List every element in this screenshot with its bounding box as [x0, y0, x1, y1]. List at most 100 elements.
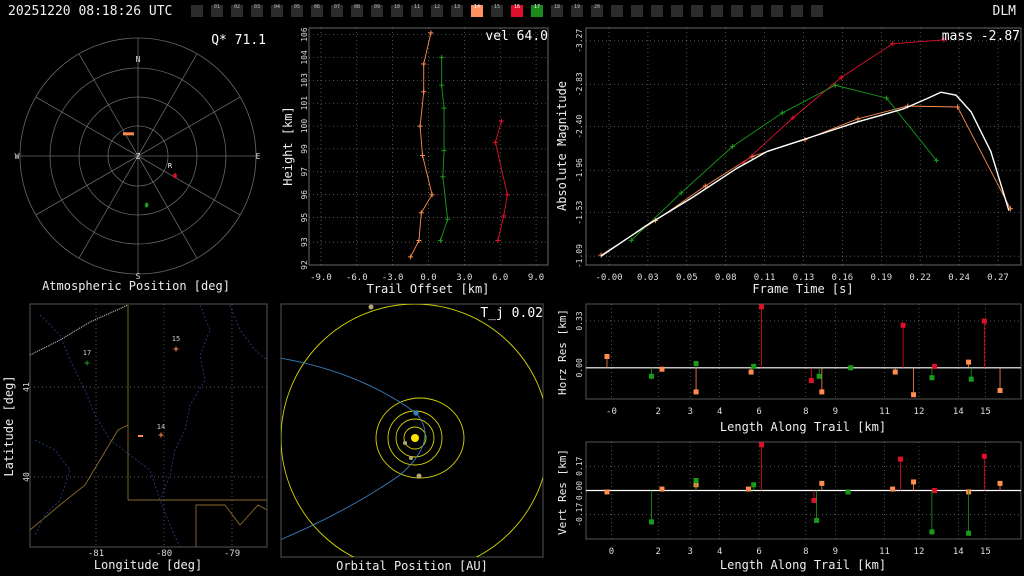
camera-cell: 12 [431, 4, 443, 17]
map-frame [29, 303, 268, 548]
camera-cell-label: 08 [353, 4, 361, 10]
vert-xtick: 2 [655, 547, 660, 557]
mag-xtick: 0.24 [948, 273, 970, 283]
trail-xlabel: Trail Offset [km] [367, 282, 490, 296]
camera-cell [811, 5, 823, 17]
trail-ytick: 97 [300, 167, 309, 177]
vert-xtick: 11 [879, 547, 890, 557]
trail-point-16 [498, 118, 504, 124]
camera-cell-label: 13 [453, 4, 461, 10]
polar-plot: N E S W Z R Q* 71.1 Atmospheric Position… [15, 33, 266, 293]
mag-point-17 [779, 110, 785, 116]
north-label: N [136, 55, 141, 64]
vert-ylabel: Vert Res [km] [556, 449, 569, 535]
trail-ytick: 104 [300, 50, 309, 65]
camera-cell: 11 [411, 4, 423, 17]
camera-cell [711, 5, 723, 17]
station-map: -81 -80 -794140 17 15 14 Longitude [deg] L… [2, 303, 268, 572]
horz-marker-14 [966, 359, 972, 365]
trail-point-17 [441, 105, 447, 111]
trail-point-17 [440, 174, 446, 180]
station-15-label: 15 [172, 335, 180, 343]
trail-point-14 [408, 254, 414, 260]
mag-point-16 [890, 41, 896, 47]
horz-xtick: 8 [803, 407, 808, 417]
camera-cell-label: 05 [293, 4, 301, 10]
map-track [138, 435, 143, 437]
trail-point-14 [429, 192, 435, 198]
mag-xlabel: Frame Time [s] [752, 282, 853, 296]
horz-res-chart: -0 2 3 4 6 8 9 11 12 14 15 0.33 0.00 Length Along Tr… [556, 303, 1022, 434]
trail-ytick: 100 [300, 119, 309, 134]
vert-marker-17 [649, 519, 655, 525]
polar-spoke [35, 155, 139, 216]
camera-cell: 07 [331, 4, 343, 17]
vert-marker-14 [890, 486, 896, 492]
trail-line-16 [494, 121, 508, 241]
trail-ytick: 96 [300, 190, 309, 200]
magnitude-chart: -0.00 0.03 0.05 0.08 0.11 0.13 0.16 0.19 0.22 0.2… [555, 27, 1022, 296]
camera-cell-label: 04 [273, 4, 281, 10]
mag-xtick: 0.08 [715, 273, 737, 283]
camera-cell: 13 [451, 4, 463, 17]
map-ytick: 41 [22, 382, 31, 392]
camera-cell [751, 5, 763, 17]
orbit-plot: T_j 0.02 Orbital Position [AU] [280, 303, 544, 573]
camera-cell: 01 [211, 4, 223, 17]
trail-ytick: 106 [300, 27, 309, 42]
polar-spoke [78, 53, 139, 157]
horz-marker-14 [997, 387, 1003, 393]
camera-cell [191, 5, 203, 17]
camera-cell: 20 [591, 4, 603, 17]
horz-marker-17 [929, 375, 935, 381]
vert-xtick: 8 [803, 547, 808, 557]
camera-cell: 04 [271, 4, 283, 17]
orbit-xlabel: Orbital Position [AU] [336, 559, 488, 573]
zenith-label: Z [136, 152, 141, 161]
timestamp-title: 20251220 08:18:26 UTC [8, 4, 173, 19]
camera-cell: 02 [231, 4, 243, 17]
trail-ylabel: Height [km] [281, 106, 295, 185]
horz-marker-14 [604, 353, 610, 359]
vert-marker-14 [911, 479, 917, 485]
camera-cell: 15 [491, 4, 503, 17]
mag-ytick: -1.09 [575, 244, 584, 268]
polar-track-14 [122, 132, 134, 136]
horz-marker-16 [900, 322, 906, 328]
trail-point-14 [421, 61, 427, 67]
camera-cell-label: 15 [493, 4, 501, 10]
mass-badge: mass -2.87 [942, 29, 1020, 44]
horz-xtick: 12 [914, 407, 925, 417]
trail-point-16 [492, 139, 498, 145]
camera-cell-label: 06 [313, 4, 321, 10]
mag-xtick: 0.05 [676, 273, 698, 283]
horz-marker-14 [748, 369, 754, 375]
camera-cell [691, 5, 703, 17]
horz-marker-17 [968, 376, 974, 382]
camera-cell-label: 18 [553, 4, 561, 10]
horz-marker-16 [808, 378, 814, 384]
vert-marker-17 [966, 530, 972, 536]
vert-marker-16 [811, 497, 817, 503]
camera-cell: 05 [291, 4, 303, 17]
polar-track-17 [144, 202, 149, 208]
mag-ytick: -1.96 [575, 158, 584, 182]
mercury-marker [409, 456, 413, 460]
horz-xtick: 11 [879, 407, 890, 417]
mag-xtick: 0.19 [870, 273, 892, 283]
horz-marker-17 [816, 373, 822, 379]
trail-point-17 [439, 54, 445, 60]
horz-marker-14 [819, 389, 825, 395]
camera-cell [611, 5, 623, 17]
jupiter-marker [368, 304, 374, 310]
horz-marker-16 [759, 304, 765, 310]
trail-ytick: 103 [300, 73, 309, 88]
camera-cell [771, 5, 783, 17]
vert-marker-16 [759, 442, 765, 448]
vert-xtick: 9 [833, 547, 838, 557]
map-ylabel: Latitude [deg] [2, 375, 16, 476]
map-ytick: 40 [22, 472, 31, 482]
vert-xtick: 14 [953, 547, 964, 557]
horz-marker-14 [659, 366, 665, 372]
vert-xtick: 6 [756, 547, 761, 557]
